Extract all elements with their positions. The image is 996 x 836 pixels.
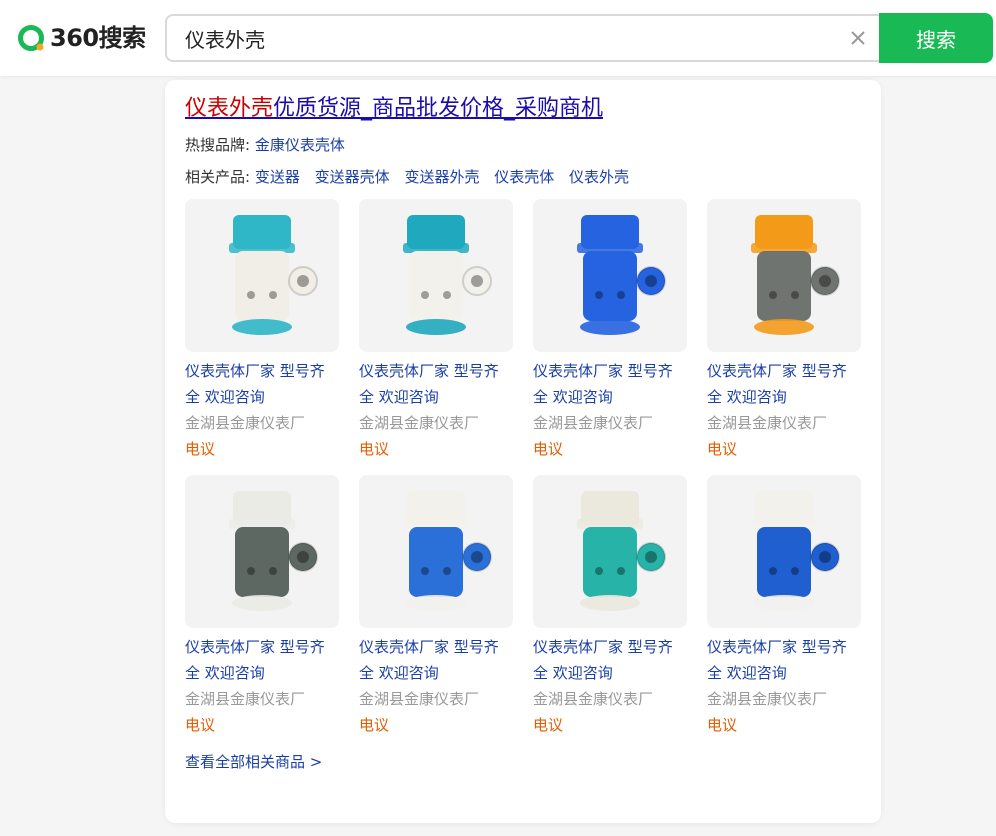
product-price: 电议 — [359, 716, 390, 734]
product-company: 金湖县金康仪表厂 — [185, 690, 306, 708]
related-product-link[interactable]: 变送器 — [255, 168, 300, 186]
related-products-label: 相关产品: — [185, 168, 251, 186]
related-products-row: 相关产品: 变送器 变送器壳体 变送器外壳 仪表壳体 仪表外壳 — [185, 166, 639, 188]
hot-brands-label: 热搜品牌: — [185, 136, 251, 154]
product-title-link[interactable]: 仪表壳体厂家 型号齐全 欢迎咨询 — [359, 634, 513, 686]
product-image[interactable] — [185, 199, 339, 352]
view-all-link[interactable]: 查看全部相关商品 > — [185, 751, 322, 773]
hot-brands-row: 热搜品牌: 金康仪表壳体 — [185, 134, 355, 156]
hot-brand-link[interactable]: 金康仪表壳体 — [255, 136, 345, 154]
product-item[interactable]: 仪表壳体厂家 型号齐全 欢迎咨询金湖县金康仪表厂 电议 — [707, 199, 861, 462]
result-title-highlight: 仪表外壳 — [185, 96, 274, 121]
product-price: 电议 — [185, 440, 216, 458]
product-company: 金湖县金康仪表厂 — [707, 414, 828, 432]
product-image[interactable] — [359, 199, 513, 352]
product-title-link[interactable]: 仪表壳体厂家 型号齐全 欢迎咨询 — [707, 634, 861, 686]
result-card: 仪表外壳优质货源_商品批发价格_采购商机 热搜品牌: 金康仪表壳体 相关产品: … — [165, 80, 881, 823]
product-image[interactable] — [707, 475, 861, 628]
logo[interactable]: 360搜索 — [18, 22, 146, 54]
result-title-rest: 优质货源_商品批发价格_采购商机 — [273, 96, 604, 121]
product-price: 电议 — [359, 440, 390, 458]
360-logo-icon — [18, 24, 46, 52]
search-button[interactable]: 搜索 — [879, 13, 993, 63]
product-company: 金湖县金康仪表厂 — [533, 690, 654, 708]
product-image[interactable] — [533, 199, 687, 352]
product-company: 金湖县金康仪表厂 — [185, 414, 306, 432]
product-company: 金湖县金康仪表厂 — [359, 690, 480, 708]
product-title-link[interactable]: 仪表壳体厂家 型号齐全 欢迎咨询 — [185, 634, 339, 686]
logo-text: 360搜索 — [50, 24, 146, 52]
product-company: 金湖县金康仪表厂 — [533, 414, 654, 432]
related-product-link[interactable]: 仪表外壳 — [569, 168, 629, 186]
product-title-link[interactable]: 仪表壳体厂家 型号齐全 欢迎咨询 — [533, 358, 687, 410]
product-image[interactable] — [707, 199, 861, 352]
product-image[interactable] — [359, 475, 513, 628]
product-title-link[interactable]: 仪表壳体厂家 型号齐全 欢迎咨询 — [359, 358, 513, 410]
product-price: 电议 — [185, 716, 216, 734]
product-price: 电议 — [707, 440, 738, 458]
product-price: 电议 — [707, 716, 738, 734]
related-product-link[interactable]: 变送器外壳 — [404, 168, 479, 186]
product-item[interactable]: 仪表壳体厂家 型号齐全 欢迎咨询金湖县金康仪表厂 电议 — [359, 199, 513, 462]
product-item[interactable]: 仪表壳体厂家 型号齐全 欢迎咨询金湖县金康仪表厂 电议 — [185, 199, 339, 462]
search-box — [165, 14, 881, 62]
result-title-link[interactable]: 仪表外壳优质货源_商品批发价格_采购商机 — [185, 94, 603, 124]
product-price: 电议 — [533, 716, 564, 734]
product-title-link[interactable]: 仪表壳体厂家 型号齐全 欢迎咨询 — [185, 358, 339, 410]
product-company: 金湖县金康仪表厂 — [707, 690, 828, 708]
product-item[interactable]: 仪表壳体厂家 型号齐全 欢迎咨询金湖县金康仪表厂 电议 — [533, 475, 687, 738]
product-title-link[interactable]: 仪表壳体厂家 型号齐全 欢迎咨询 — [707, 358, 861, 410]
product-item[interactable]: 仪表壳体厂家 型号齐全 欢迎咨询金湖县金康仪表厂 电议 — [185, 475, 339, 738]
product-title-link[interactable]: 仪表壳体厂家 型号齐全 欢迎咨询 — [533, 634, 687, 686]
related-product-link[interactable]: 仪表壳体 — [494, 168, 554, 186]
top-bar: 360搜索 搜索 — [0, 0, 996, 76]
clear-icon[interactable] — [847, 27, 869, 49]
product-item[interactable]: 仪表壳体厂家 型号齐全 欢迎咨询金湖县金康仪表厂 电议 — [533, 199, 687, 462]
search-input[interactable] — [185, 16, 825, 60]
related-product-link[interactable]: 变送器壳体 — [315, 168, 390, 186]
product-image[interactable] — [533, 475, 687, 628]
product-image[interactable] — [185, 475, 339, 628]
product-price: 电议 — [533, 440, 564, 458]
product-item[interactable]: 仪表壳体厂家 型号齐全 欢迎咨询金湖县金康仪表厂 电议 — [707, 475, 861, 738]
product-item[interactable]: 仪表壳体厂家 型号齐全 欢迎咨询金湖县金康仪表厂 电议 — [359, 475, 513, 738]
product-company: 金湖县金康仪表厂 — [359, 414, 480, 432]
